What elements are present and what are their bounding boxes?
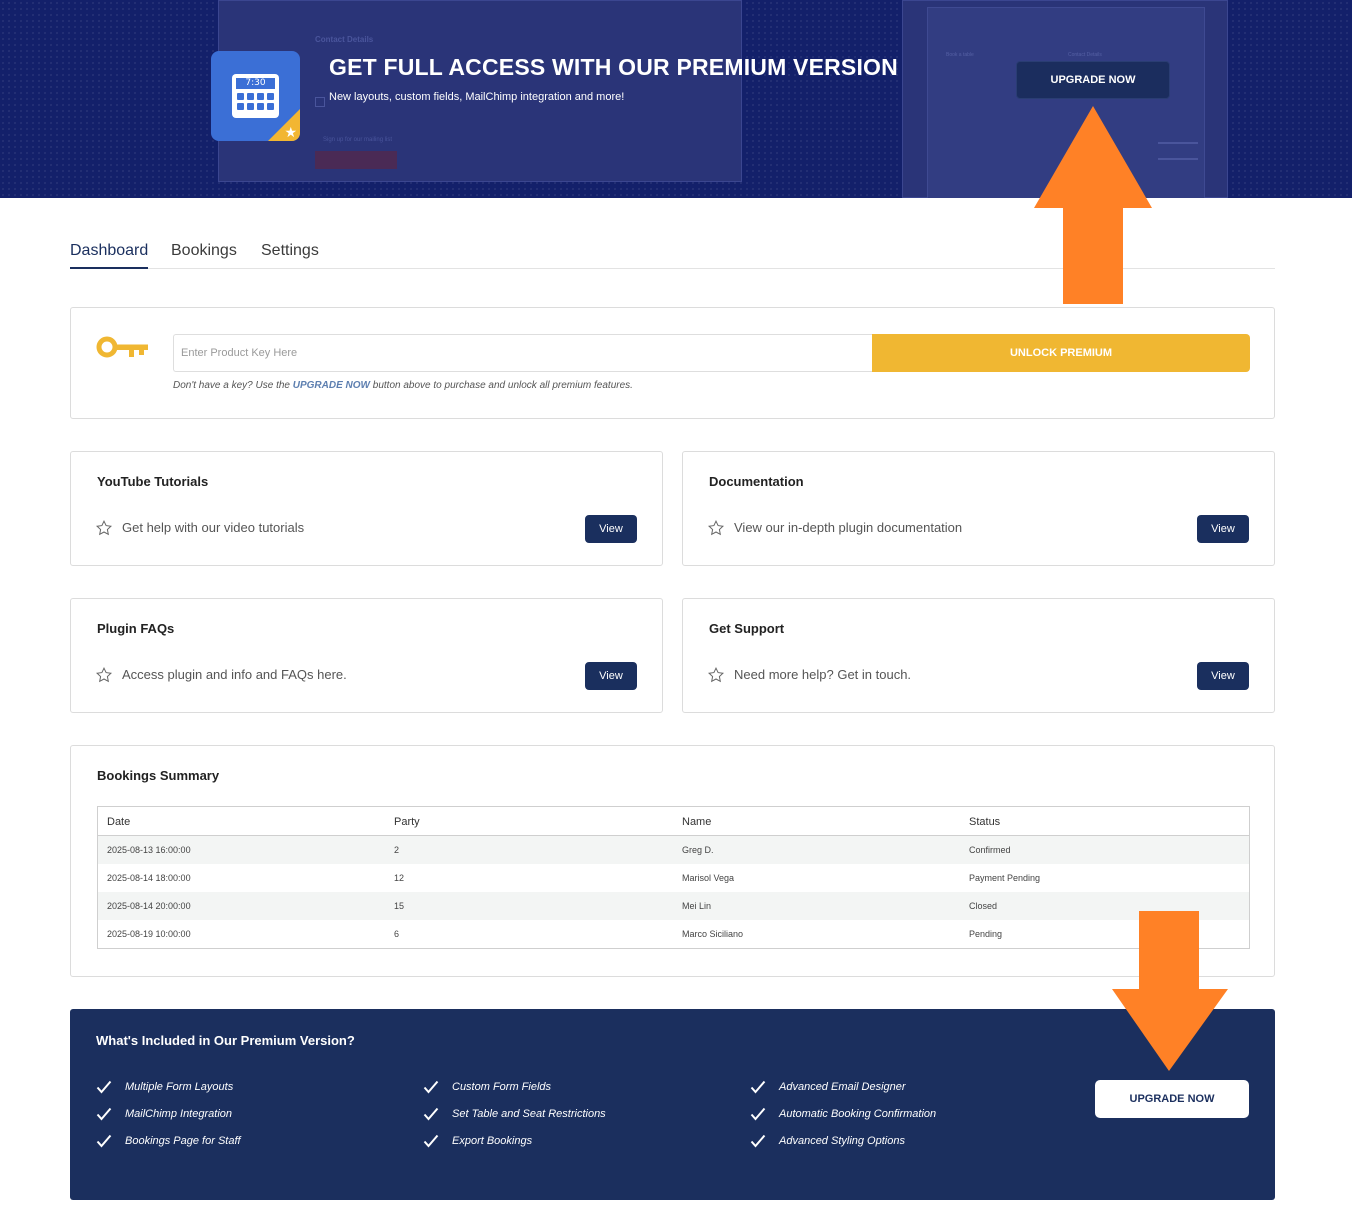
table-row: 2025-08-19 10:00:00 6 Marco Siciliano Pe…	[98, 920, 1249, 948]
license-help-text: Don't have a key? Use the UPGRADE NOW bu…	[173, 380, 633, 391]
star-icon	[96, 520, 112, 536]
table-header-row: Date Party Name Status	[98, 807, 1249, 836]
cell-status: Pending	[969, 929, 1003, 939]
cell-status: Payment Pending	[969, 873, 1041, 883]
cell-name: Marisol Vega	[682, 873, 735, 883]
arrow-up-icon	[1034, 106, 1152, 304]
checkmark-icon	[96, 1107, 112, 1121]
card-title: Get Support	[709, 621, 785, 636]
column-header-status: Status	[969, 816, 1001, 828]
cell-name: Greg D.	[682, 845, 714, 855]
table-row: 2025-08-14 18:00:00 12 Marisol Vega Paym…	[98, 864, 1249, 892]
banner-title: GET FULL ACCESS WITH OUR PREMIUM VERSION	[329, 54, 898, 80]
tab-settings[interactable]: Settings	[261, 240, 319, 269]
resource-card-youtube: YouTube Tutorials Get help with our vide…	[70, 451, 663, 566]
product-key-input[interactable]	[173, 334, 873, 372]
checkmark-icon	[750, 1080, 766, 1094]
key-icon	[96, 336, 148, 358]
cell-party: 15	[394, 901, 405, 911]
card-title: Documentation	[709, 474, 804, 489]
card-title: Plugin FAQs	[97, 621, 175, 636]
calculator-icon: 7:30 ★	[211, 51, 300, 141]
card-title: YouTube Tutorials	[97, 474, 209, 489]
cell-date: 2025-08-14 18:00:00	[107, 873, 191, 883]
column-header-date: Date	[107, 816, 131, 828]
resource-card-faqs: Plugin FAQs Access plugin and info and F…	[70, 598, 663, 713]
resource-card-documentation: Documentation View our in-depth plugin d…	[682, 451, 1275, 566]
cell-party: 2	[394, 845, 400, 855]
checkmark-icon	[423, 1080, 439, 1094]
view-youtube-button[interactable]: View	[585, 515, 637, 543]
view-faqs-button[interactable]: View	[585, 662, 637, 690]
arrow-down-icon	[1112, 911, 1228, 1071]
card-description: Access plugin and info and FAQs here.	[122, 667, 347, 682]
star-icon	[96, 667, 112, 683]
banner-subtitle: New layouts, custom fields, MailChimp in…	[329, 91, 625, 103]
tab-dashboard[interactable]: Dashboard	[70, 240, 149, 269]
upgrade-now-button[interactable]: UPGRADE NOW	[1016, 61, 1170, 99]
premium-features-title: What's Included in Our Premium Version?	[96, 1033, 355, 1048]
table-row: 2025-08-14 20:00:00 15 Mei Lin Closed	[98, 892, 1249, 920]
checkmark-icon	[96, 1080, 112, 1094]
bookings-summary-title: Bookings Summary	[97, 768, 220, 783]
checkmark-icon	[96, 1134, 112, 1148]
column-header-name: Name	[682, 816, 712, 828]
premium-features-panel: What's Included in Our Premium Version? …	[70, 1009, 1275, 1200]
card-description: Need more help? Get in touch.	[734, 667, 912, 682]
card-description: Get help with our video tutorials	[122, 520, 305, 535]
tab-bookings[interactable]: Bookings	[171, 240, 237, 269]
upgrade-now-bottom-button[interactable]: UPGRADE NOW	[1095, 1080, 1249, 1118]
cell-status: Closed	[969, 901, 998, 911]
cell-name: Marco Siciliano	[682, 929, 744, 939]
unlock-premium-button[interactable]: UNLOCK PREMIUM	[872, 334, 1250, 372]
checkmark-icon	[750, 1107, 766, 1121]
bookings-table: Date Party Name Status 2025-08-13 16:00:…	[97, 806, 1250, 949]
cell-status: Confirmed	[969, 845, 1011, 855]
view-support-button[interactable]: View	[1197, 662, 1249, 690]
card-description: View our in-depth plugin documentation	[734, 520, 963, 535]
license-key-panel: UNLOCK PREMIUM Don't have a key? Use the…	[70, 307, 1275, 419]
bookings-summary-panel: Bookings Summary Date Party Name Status …	[70, 745, 1275, 977]
upgrade-now-link[interactable]: UPGRADE NOW	[293, 380, 370, 391]
view-documentation-button[interactable]: View	[1197, 515, 1249, 543]
cell-date: 2025-08-19 10:00:00	[107, 929, 191, 939]
cell-date: 2025-08-13 16:00:00	[107, 845, 191, 855]
column-header-party: Party	[394, 816, 420, 828]
star-badge-icon: ★	[284, 125, 297, 141]
star-icon	[708, 520, 724, 536]
checkmark-icon	[750, 1134, 766, 1148]
checkmark-icon	[423, 1107, 439, 1121]
table-row: 2025-08-13 16:00:00 2 Greg D. Confirmed	[98, 836, 1249, 864]
cell-party: 12	[394, 873, 405, 883]
checkmark-icon	[423, 1134, 439, 1148]
cell-name: Mei Lin	[682, 901, 712, 911]
cell-party: 6	[394, 929, 400, 939]
resource-card-support: Get Support Need more help? Get in touch…	[682, 598, 1275, 713]
star-icon	[708, 667, 724, 683]
cell-date: 2025-08-14 20:00:00	[107, 901, 191, 911]
